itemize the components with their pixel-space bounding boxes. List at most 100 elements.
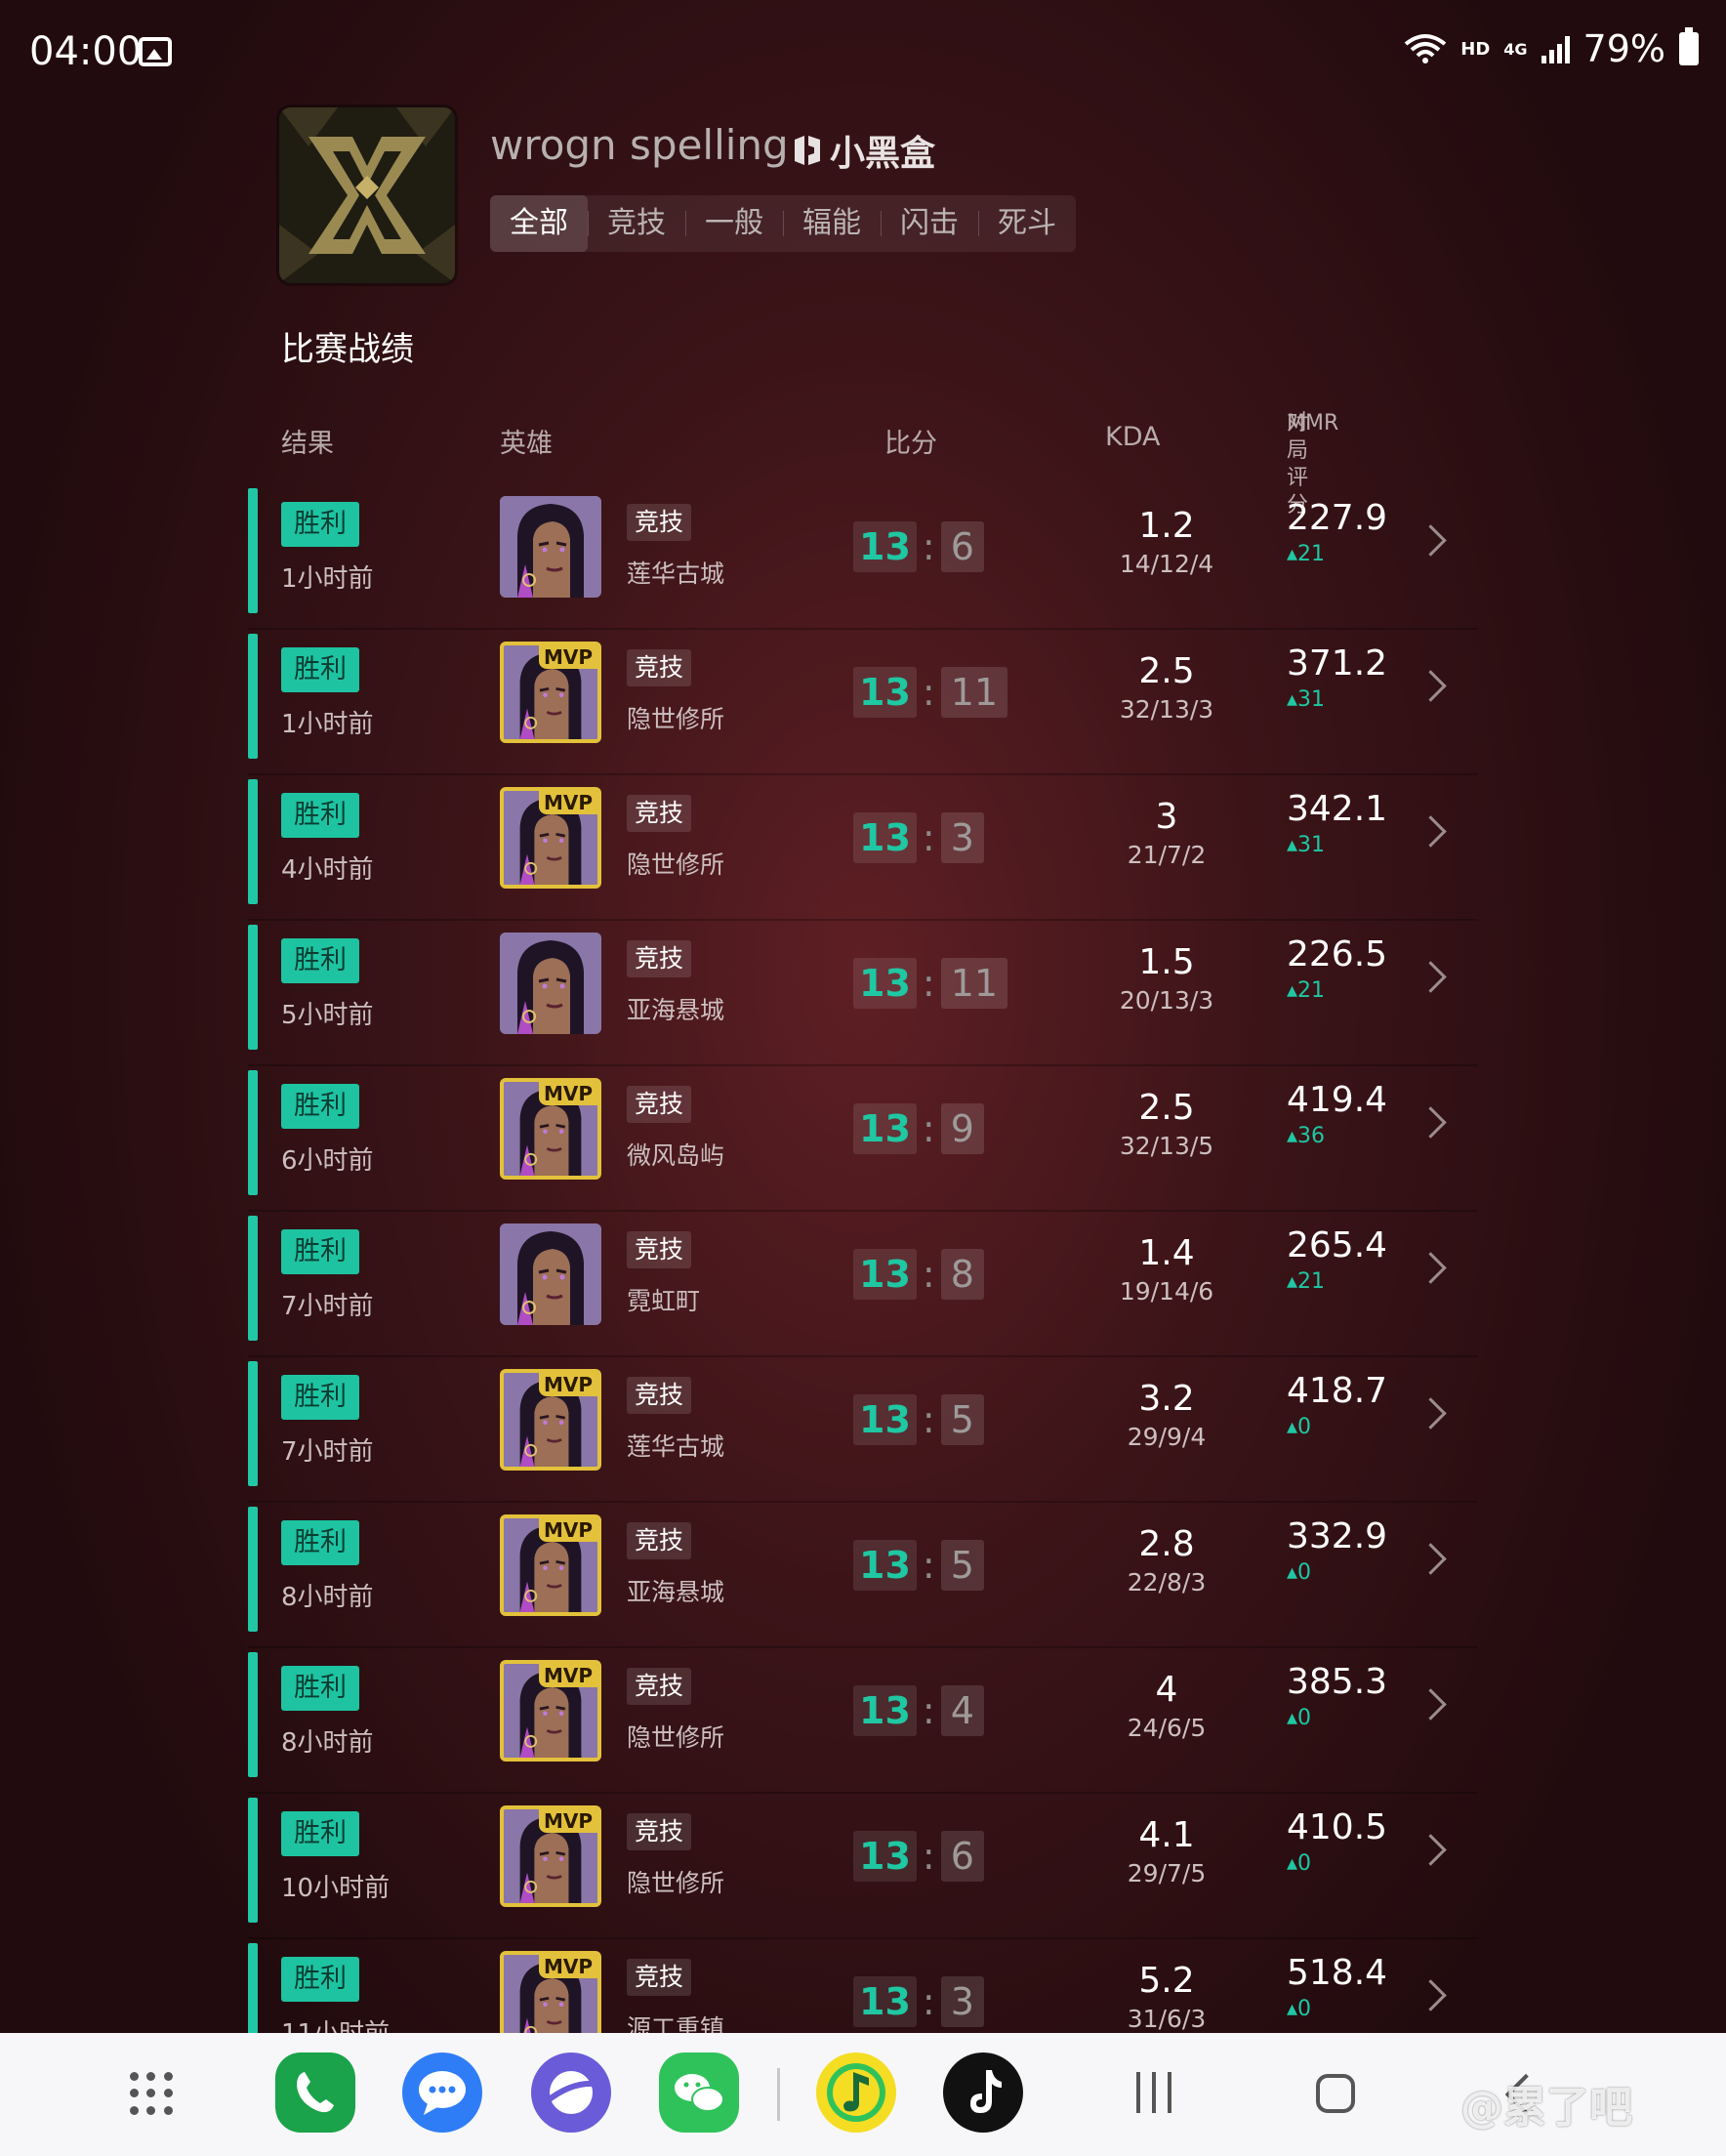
match-score: 13 : 6 — [853, 1831, 984, 1882]
rating-value: 419.4 — [1287, 1080, 1388, 1120]
kda-detail: 22/8/3 — [1127, 1568, 1207, 1596]
kda-detail: 32/13/3 — [1119, 695, 1214, 724]
tab-competitive[interactable]: 竞技 — [588, 195, 685, 252]
kda-ratio: 1.4 — [1138, 1233, 1195, 1273]
map-name: 莲华古城 — [627, 1432, 725, 1461]
win-indicator-bar — [248, 1507, 258, 1632]
tab-all[interactable]: 全部 — [490, 195, 588, 252]
chevron-right-icon[interactable] — [1415, 1979, 1447, 2011]
qq-music-app-icon[interactable] — [816, 2052, 896, 2133]
match-row[interactable]: 胜利 8小时前 MVP 竞技 亚海悬城 13 : 5 2.8 22/8/3 33… — [248, 1503, 1478, 1648]
mmr-up-arrow-icon: ▴ — [1287, 1269, 1298, 1294]
rating-cell: 371.2 ▴31 — [1287, 643, 1387, 712]
chevron-right-icon[interactable] — [1415, 815, 1447, 848]
column-kda: KDA — [1105, 422, 1161, 452]
match-row[interactable]: 胜利 10小时前 MVP 竞技 隐世修所 13 : 6 4.1 29/7/5 4… — [248, 1794, 1478, 1939]
hero-portrait: MVP — [500, 1078, 601, 1180]
match-list: 胜利 1小时前 竞技 莲华古城 13 : 6 1.2 14/12/4 227.9… — [248, 484, 1478, 2085]
enemy-score: 9 — [940, 1103, 984, 1154]
recent-apps-button[interactable] — [1136, 2072, 1171, 2113]
rating-cell: 419.4 ▴36 — [1287, 1080, 1387, 1148]
match-row[interactable]: 胜利 4小时前 MVP 竞技 隐世修所 13 : 3 3 21/7/2 342.… — [248, 775, 1478, 921]
kda-detail: 29/9/4 — [1127, 1423, 1207, 1451]
chevron-right-icon[interactable] — [1415, 961, 1447, 993]
mmr-up-arrow-icon: ▴ — [1287, 1997, 1298, 2021]
score-separator: : — [922, 1398, 935, 1441]
chevron-right-icon[interactable] — [1415, 1834, 1447, 1866]
team-score: 13 — [853, 667, 917, 718]
hero-portrait: MVP — [500, 1514, 601, 1616]
hero-portrait: MVP — [500, 642, 601, 743]
messages-app-icon[interactable] — [402, 2052, 482, 2133]
map-name: 亚海悬城 — [627, 996, 725, 1024]
match-row[interactable]: 胜利 5小时前 竞技 亚海悬城 13 : 11 1.5 20/13/3 226.… — [248, 921, 1478, 1066]
match-row[interactable]: 胜利 6小时前 MVP 竞技 微风岛屿 13 : 9 2.5 32/13/5 4… — [248, 1066, 1478, 1212]
team-score: 13 — [853, 1976, 917, 2027]
match-score: 13 : 5 — [853, 1394, 984, 1445]
tiktok-app-icon[interactable] — [943, 2052, 1023, 2133]
mmr-change: ▴31 — [1287, 833, 1387, 857]
chevron-right-icon[interactable] — [1415, 1688, 1447, 1721]
rating-cell: 226.5 ▴21 — [1287, 934, 1387, 1003]
home-button[interactable] — [1316, 2074, 1355, 2113]
mmr-value: 21 — [1297, 978, 1326, 1003]
internet-app-icon[interactable] — [531, 2052, 611, 2133]
result-badge: 胜利 — [281, 1375, 359, 1420]
enemy-score: 5 — [940, 1394, 984, 1445]
win-indicator-bar — [248, 925, 258, 1050]
mmr-value: 0 — [1297, 1560, 1312, 1585]
map-name: 隐世修所 — [627, 1869, 725, 1897]
match-score: 13 : 3 — [853, 1976, 984, 2027]
match-time: 1小时前 — [281, 564, 374, 594]
match-time: 8小时前 — [281, 1583, 374, 1612]
result-badge: 胜利 — [281, 1520, 359, 1565]
chevron-right-icon[interactable] — [1415, 524, 1447, 557]
match-time: 4小时前 — [281, 855, 374, 885]
kda-cell: 4.1 29/7/5 — [1064, 1815, 1269, 1887]
player-avatar[interactable] — [279, 107, 455, 283]
match-row[interactable]: 胜利 7小时前 MVP 竞技 莲华古城 13 : 5 3.2 29/9/4 41… — [248, 1357, 1478, 1503]
chevron-right-icon[interactable] — [1415, 1543, 1447, 1575]
rating-value: 410.5 — [1287, 1807, 1388, 1847]
hero-portrait-icon — [500, 1223, 601, 1325]
kda-ratio: 5.2 — [1138, 1961, 1195, 2001]
chevron-right-icon[interactable] — [1415, 1397, 1447, 1430]
rating-cell: 518.4 ▴0 — [1287, 1953, 1387, 2021]
mode-tag: 竞技 — [627, 649, 692, 686]
match-row[interactable]: 胜利 1小时前 MVP 竞技 隐世修所 13 : 11 2.5 32/13/3 … — [248, 630, 1478, 775]
chevron-right-icon[interactable] — [1415, 1252, 1447, 1284]
tab-swiftplay[interactable]: 闪击 — [881, 195, 978, 252]
chevron-right-icon[interactable] — [1415, 670, 1447, 702]
chevron-right-icon[interactable] — [1415, 1106, 1447, 1139]
match-row[interactable]: 胜利 8小时前 MVP 竞技 隐世修所 13 : 4 4 24/6/5 385.… — [248, 1648, 1478, 1794]
kda-cell: 1.2 14/12/4 — [1064, 506, 1269, 578]
match-row[interactable]: 胜利 1小时前 竞技 莲华古城 13 : 6 1.2 14/12/4 227.9… — [248, 484, 1478, 630]
mmr-up-arrow-icon: ▴ — [1287, 1415, 1298, 1439]
match-time: 1小时前 — [281, 710, 374, 739]
kda-cell: 1.5 20/13/3 — [1064, 942, 1269, 1015]
app-drawer-icon[interactable] — [130, 2072, 175, 2117]
wechat-app-icon[interactable] — [659, 2052, 739, 2133]
phone-app-icon[interactable] — [275, 2052, 355, 2133]
signal-icon — [1541, 34, 1570, 63]
tab-spike-rush[interactable]: 辐能 — [783, 195, 881, 252]
rating-value: 518.4 — [1287, 1953, 1388, 1993]
enemy-score: 5 — [940, 1540, 984, 1591]
kda-detail: 29/7/5 — [1127, 1859, 1207, 1887]
hd-indicator: HD — [1460, 38, 1491, 60]
map-name: 隐世修所 — [627, 705, 725, 733]
mode-tag: 竞技 — [627, 1813, 692, 1850]
mode-tag: 竞技 — [627, 795, 692, 832]
team-score: 13 — [853, 1685, 917, 1736]
tab-unrated[interactable]: 一般 — [685, 195, 783, 252]
kda-cell: 2.5 32/13/5 — [1064, 1088, 1269, 1160]
team-score: 13 — [853, 521, 917, 572]
hero-portrait: MVP — [500, 1660, 601, 1762]
match-time: 7小时前 — [281, 1292, 374, 1321]
kda-detail: 24/6/5 — [1127, 1714, 1207, 1742]
mmr-up-arrow-icon: ▴ — [1287, 687, 1298, 712]
match-row[interactable]: 胜利 7小时前 竞技 霓虹町 13 : 8 1.4 19/14/6 265.4 … — [248, 1212, 1478, 1357]
tab-deathmatch[interactable]: 死斗 — [978, 195, 1076, 252]
gallery-notification-icon — [139, 37, 172, 66]
section-title: 比赛战绩 — [281, 330, 414, 369]
